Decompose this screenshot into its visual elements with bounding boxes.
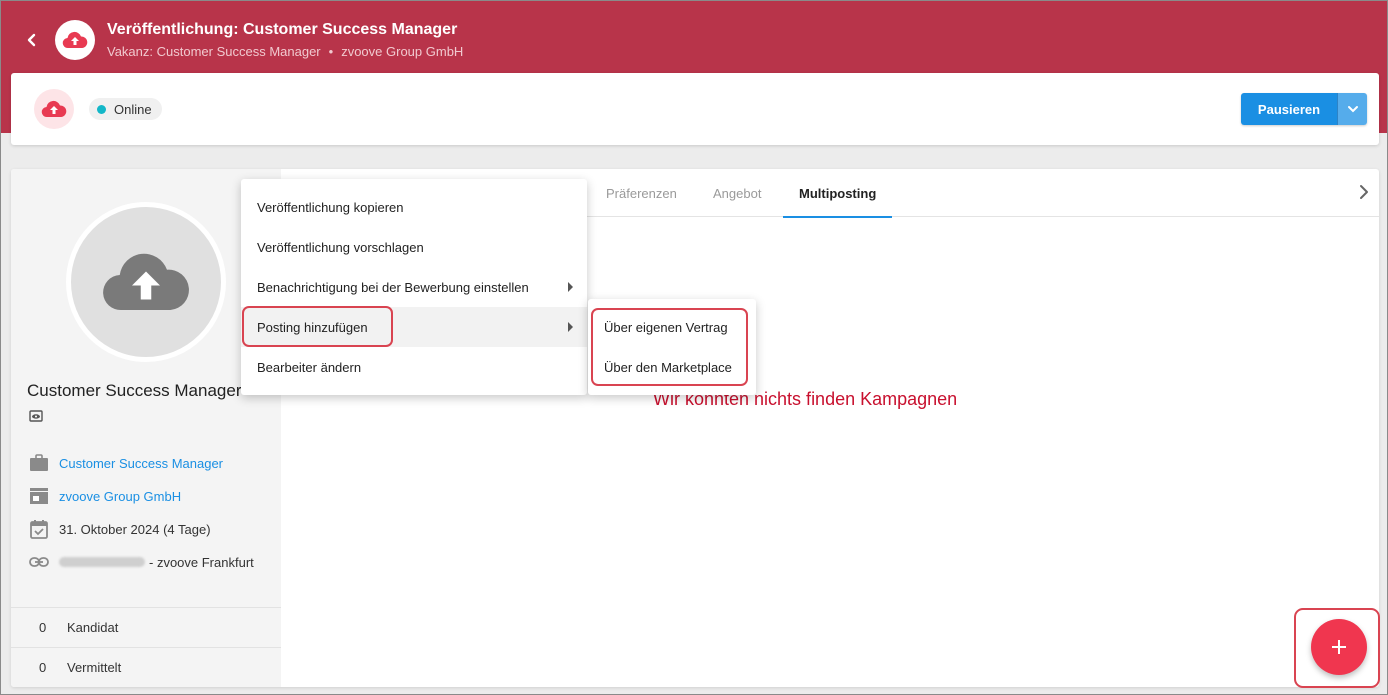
vacancy-link[interactable]: Customer Success Manager [59,456,223,471]
menu-item-copy[interactable]: Veröffentlichung kopieren [241,187,587,227]
menu-item-add-posting[interactable]: Posting hinzufügen [241,307,587,347]
menu-item-label: Über eigenen Vertrag [604,319,728,335]
menu-item-label: Bearbeiter ändern [257,359,362,375]
menu-item-label: Veröffentlichung kopieren [257,199,404,215]
store-icon [30,488,48,504]
chevron-left-icon [27,33,36,47]
add-button[interactable] [1311,619,1367,675]
main-card: Customer Success Manager Customer Succes… [11,169,1379,687]
menu-item-label: Benachrichtigung bei der Bewerbung einst… [257,279,529,295]
chevron-down-icon [1347,106,1358,113]
online-indicator [97,104,106,114]
calendar-check-icon [30,520,48,539]
company-label: zvoove Group GmbH [341,44,464,59]
stat-row[interactable]: 0 Vermittelt [11,648,281,687]
status-badge: Online [89,98,162,120]
plus-icon [1332,640,1346,654]
menu-item-label: Posting hinzufügen [257,319,368,335]
stat-value: 0 [39,660,47,675]
page-title: Veröffentlichung: Customer Success Manag… [107,21,458,38]
date-label: 31. Oktober 2024 (4 Tage) [59,521,211,537]
submenu-item-own-contract[interactable]: Über eigenen Vertrag [588,307,756,347]
company-row: zvoove Group GmbH [27,485,181,507]
cloud-upload-icon [62,31,88,49]
submenu-item-marketplace[interactable]: Über den Marketplace [588,347,756,387]
vacancy-label: Vakanz: Customer Success Manager [107,44,321,59]
status-avatar [34,89,74,129]
tab-praeferenzen[interactable]: Präferenzen [606,169,677,217]
caret-right-icon [568,282,573,292]
menu-item-suggest[interactable]: Veröffentlichung vorschlagen [241,227,587,267]
menu-item-label: Veröffentlichung vorschlagen [257,239,424,255]
tab-multiposting[interactable]: Multiposting [782,169,893,218]
caret-right-icon [568,322,573,332]
chevron-right-icon[interactable] [1357,183,1371,201]
cloud-upload-icon [103,253,189,311]
tab-angebot[interactable]: Angebot [713,169,761,217]
profile-avatar [66,202,226,362]
date-row: 31. Oktober 2024 (4 Tage) [27,518,211,540]
page-subtitle: Vakanz: Customer Success Manager • zvoove … [107,44,463,59]
visibility-icon[interactable] [29,409,43,423]
stat-row[interactable]: 0 Kandidat [11,608,281,648]
back-button[interactable] [19,27,45,53]
stat-value: 0 [39,620,47,635]
pause-split-button: Pausieren [1241,93,1367,125]
briefcase-icon [30,454,48,471]
pause-dropdown-button[interactable] [1337,93,1367,125]
separator-dot: • [328,44,334,59]
redacted-text [59,557,145,567]
vacancy-row: Customer Success Manager [27,452,223,474]
menu-item-label: Über den Marketplace [604,359,732,375]
stat-label: Kandidat [67,620,119,635]
location-label: - zvoove Frankfurt [149,554,254,570]
submenu: Über eigenen Vertrag Über den Marketplac… [588,299,756,395]
menu-item-change-editor[interactable]: Bearbeiter ändern [241,347,587,387]
context-menu: Veröffentlichung kopieren Veröffentlichu… [241,179,587,395]
cloud-upload-icon [41,100,67,118]
link-icon [29,557,49,567]
status-bar: Online Pausieren [11,73,1379,145]
menu-item-notification[interactable]: Benachrichtigung bei der Bewerbung einst… [241,267,587,307]
location-row: - zvoove Frankfurt [27,551,254,573]
stat-label: Vermittelt [67,660,122,675]
stats-list: 0 Kandidat 0 Vermittelt [11,607,281,687]
status-label: Online [114,101,152,117]
pause-button[interactable]: Pausieren [1241,93,1337,125]
company-link[interactable]: zvoove Group GmbH [59,489,181,504]
header-avatar [55,20,95,60]
profile-title: Customer Success Manager [27,381,242,400]
